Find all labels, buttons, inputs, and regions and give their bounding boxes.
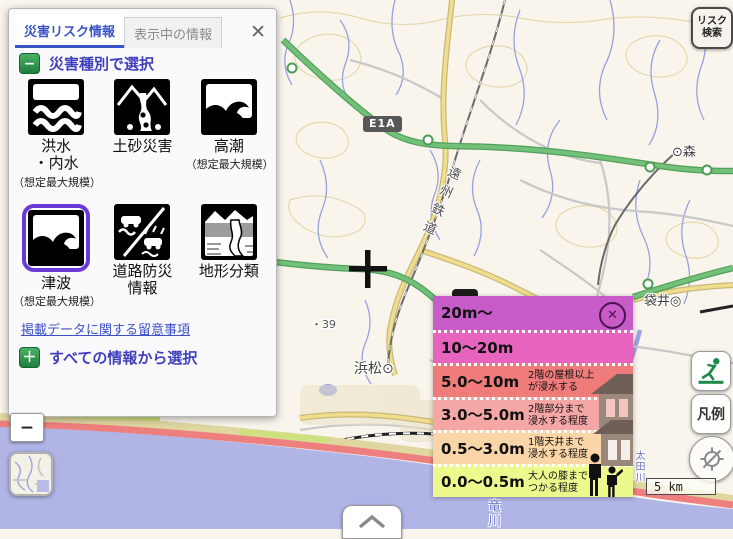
disaster-item-road[interactable]: 道路防災 情報	[99, 204, 185, 309]
legend-close-icon[interactable]: ✕	[599, 302, 626, 329]
disaster-item-landslide[interactable]: 土砂災害	[99, 79, 185, 190]
legend-row: 10～20m	[433, 330, 633, 364]
collapse-minus-icon[interactable]: −	[19, 53, 40, 74]
panel-tabbar: 災害リスク情報 表示中の情報	[15, 18, 270, 48]
section-select-by-type[interactable]: − 災害種別で選択	[19, 53, 154, 74]
town-symbol: ⊙	[672, 145, 683, 160]
disaster-info-panel: 災害リスク情報 表示中の情報 ✕ − 災害種別で選択 洪水 ・内水 （想定最大規…	[8, 8, 277, 417]
town-label-mori: ⊙森	[672, 141, 696, 160]
expand-plus-icon[interactable]: ＋	[19, 347, 40, 368]
disaster-item-flood[interactable]: 洪水 ・内水 （想定最大規模）	[13, 79, 99, 190]
city-symbol: ⊙	[382, 361, 394, 377]
elevation-point-label: ・39	[311, 316, 336, 332]
town-label-fukuroi: 袋井◎	[644, 290, 681, 309]
landform-icon	[201, 204, 257, 260]
minimap-icon	[11, 454, 51, 494]
data-notes-link[interactable]: 掲載データに関する留意事項	[21, 319, 190, 338]
disaster-item-landform[interactable]: 地形分類	[186, 204, 272, 309]
flood-icon	[28, 79, 84, 135]
disaster-item-tsunami[interactable]: 津波 （想定最大規模）	[13, 204, 99, 309]
landslide-icon	[114, 79, 170, 135]
tsunami-depth-legend: ✕ 20m～ 10～20m 5.	[433, 296, 633, 497]
section-select-all[interactable]: ＋ すべての情報から選択	[19, 347, 197, 368]
legend-toggle-button[interactable]: 凡例	[691, 394, 731, 434]
current-location-button[interactable]	[689, 436, 733, 482]
panel-close-icon[interactable]: ✕	[250, 23, 266, 42]
disaster-type-grid: 洪水 ・内水 （想定最大規模） 土砂災害	[13, 79, 272, 309]
road-disaster-icon	[114, 204, 170, 260]
scale-bar: 5 km	[646, 478, 716, 495]
people-icon	[585, 452, 623, 502]
tab-displayed-info[interactable]: 表示中の情報	[124, 17, 222, 48]
chevron-up-icon	[352, 512, 392, 532]
minimap-thumbnail[interactable]	[9, 452, 53, 496]
collapse-panel-button[interactable]	[342, 505, 402, 539]
city-label-hamamatsu: 浜松⊙	[354, 358, 394, 378]
location-crosshair-icon	[695, 442, 729, 476]
evacuation-site-button[interactable]	[691, 351, 731, 391]
risk-search-button[interactable]: リスク 検索	[691, 7, 733, 49]
zoom-out-button[interactable]: −	[10, 413, 44, 442]
disaster-item-storm-surge[interactable]: 高潮 （想定最大規模）	[186, 79, 272, 190]
evacuation-runner-icon	[695, 355, 727, 387]
storm-surge-icon	[201, 79, 257, 135]
river-tenryu-label: 竜川	[483, 499, 502, 529]
route-badge: E1A	[363, 116, 402, 132]
tsunami-icon	[22, 204, 90, 272]
tab-disaster-risk[interactable]: 災害リスク情報	[15, 15, 124, 48]
river-ota-label: 太田川	[631, 450, 646, 483]
